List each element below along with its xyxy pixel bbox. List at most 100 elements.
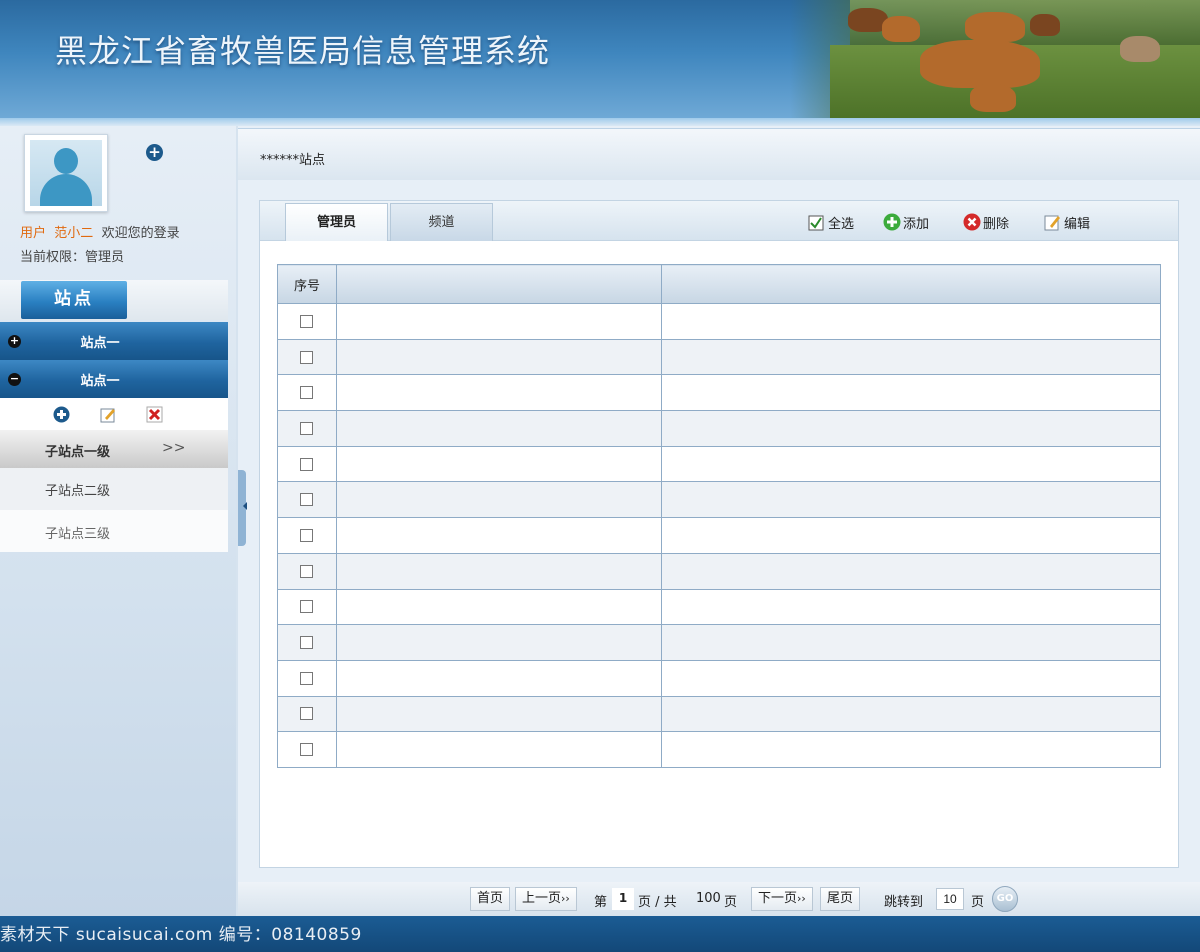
avatar — [24, 134, 108, 212]
table-row — [277, 695, 1162, 733]
delete-icon — [963, 213, 981, 231]
add-icon — [883, 213, 901, 231]
row-checkbox[interactable] — [300, 386, 314, 400]
tab-admin[interactable]: 管理员 — [285, 203, 388, 241]
table-cell — [335, 338, 662, 376]
table-cell — [660, 517, 1162, 554]
table-row — [277, 552, 1162, 590]
row-checkbox[interactable] — [300, 707, 314, 721]
table-header-row: 序号 — [277, 264, 1162, 304]
table-cell — [660, 338, 1162, 376]
select-all-button[interactable]: 全选 — [808, 213, 854, 232]
table-cell — [660, 552, 1162, 590]
page-mid: 页 / 共 — [638, 895, 677, 910]
sub-site-level-3-label: 子站点三级 — [45, 527, 111, 542]
table-row — [277, 659, 1162, 697]
last-page-button[interactable]: 尾页 — [820, 887, 861, 911]
site-tab-button[interactable]: 站点 — [21, 281, 127, 319]
breadcrumb: ******站点 — [260, 153, 326, 168]
row-checkbox[interactable] — [300, 600, 314, 614]
row-checkbox[interactable] — [300, 457, 314, 471]
content-panel: 管理员 频道 全选 添加 删除 编辑 序号 — [259, 200, 1179, 868]
header-cattle-photo — [790, 0, 1200, 118]
data-table: 序号 — [277, 264, 1162, 768]
row-select-cell — [277, 410, 337, 447]
welcome-text: 欢迎您的登录 — [101, 226, 180, 241]
table-cell — [335, 303, 662, 340]
total-pages: 100 — [696, 891, 721, 906]
table-row — [277, 374, 1162, 412]
sidebar-item-site-1-expanded[interactable]: − 站点一 — [0, 360, 228, 398]
column-header-index: 序号 — [277, 264, 337, 304]
row-checkbox[interactable] — [300, 743, 314, 757]
row-checkbox[interactable] — [300, 350, 314, 364]
go-button[interactable]: GO — [992, 886, 1018, 912]
table-cell — [335, 552, 662, 590]
sub-site-level-1-label: 子站点一级 — [45, 445, 111, 460]
row-checkbox[interactable] — [300, 493, 314, 507]
row-checkbox[interactable] — [300, 636, 314, 650]
row-select-cell — [277, 374, 337, 412]
table-row — [277, 588, 1162, 626]
add-site-icon[interactable]: + — [146, 144, 163, 161]
sidebar-tool-row — [0, 398, 228, 430]
user-greeting: 用户 范小二 欢迎您的登录 — [20, 222, 180, 241]
user-name[interactable]: 范小二 — [54, 226, 93, 241]
row-checkbox[interactable] — [300, 564, 314, 578]
row-select-cell — [277, 303, 337, 340]
row-select-cell — [277, 338, 337, 376]
table-cell — [335, 695, 662, 733]
table-cell — [660, 588, 1162, 626]
tab-channel[interactable]: 频道 — [390, 203, 493, 241]
double-chevron-icon: ›› — [797, 892, 806, 905]
edit-label: 编辑 — [1064, 217, 1091, 232]
app-header: 黑龙江省畜牧兽医局信息管理系统 — [0, 0, 1200, 118]
row-select-cell — [277, 588, 337, 626]
footer-watermark: 素材天下 sucaisucai.com 编号：08140859 — [0, 925, 362, 945]
sidebar-collapse-handle[interactable] — [238, 470, 247, 546]
delete-label: 删除 — [983, 217, 1010, 232]
edit-button[interactable]: 编辑 — [1044, 213, 1090, 232]
table-cell — [660, 303, 1162, 340]
prev-page-button[interactable]: 上一页›› — [515, 887, 577, 911]
sidebar-item-label: 站点一 — [80, 336, 120, 351]
add-button[interactable]: 添加 — [883, 213, 929, 232]
user-prefix: 用户 — [20, 226, 47, 241]
table-cell — [335, 731, 662, 768]
table-cell — [660, 624, 1162, 661]
add-icon[interactable] — [53, 406, 70, 423]
sub-site-level-1[interactable]: 子站点一级 >> — [0, 430, 228, 468]
next-page-button[interactable]: 下一页›› — [751, 887, 813, 911]
table-cell — [660, 374, 1162, 412]
app-title: 黑龙江省畜牧兽医局信息管理系统 — [55, 32, 551, 70]
table-row — [277, 731, 1162, 768]
next-page-label: 下一页 — [758, 891, 798, 906]
add-label: 添加 — [903, 217, 930, 232]
delete-icon[interactable] — [146, 406, 163, 423]
table-cell — [335, 517, 662, 554]
delete-button[interactable]: 删除 — [963, 213, 1009, 232]
row-checkbox[interactable] — [300, 528, 314, 542]
table-cell — [660, 659, 1162, 697]
table-cell — [335, 659, 662, 697]
jump-label: 跳转到 — [884, 895, 924, 910]
sidebar-item-site-1[interactable]: + 站点一 — [0, 322, 228, 360]
table-row — [277, 410, 1162, 447]
left-sidebar: 用户 范小二 欢迎您的登录 当前权限：管理员 站点 + + 站点一 − 站点一 … — [0, 126, 236, 916]
row-checkbox[interactable] — [300, 421, 314, 435]
sub-site-level-3[interactable]: 子站点三级 — [0, 510, 228, 552]
first-page-button[interactable]: 首页 — [470, 887, 511, 911]
sub-site-level-2[interactable]: 子站点二级 — [0, 468, 228, 510]
jump-page-input[interactable] — [936, 888, 964, 910]
table-row — [277, 624, 1162, 661]
row-select-cell — [277, 695, 337, 733]
row-checkbox[interactable] — [300, 314, 314, 328]
prev-page-label: 上一页 — [522, 891, 562, 906]
table-row — [277, 517, 1162, 554]
row-select-cell — [277, 481, 337, 519]
row-select-cell — [277, 445, 337, 483]
edit-icon[interactable] — [100, 406, 117, 423]
row-checkbox[interactable] — [300, 671, 314, 685]
table-cell — [335, 374, 662, 412]
table-cell — [660, 481, 1162, 519]
